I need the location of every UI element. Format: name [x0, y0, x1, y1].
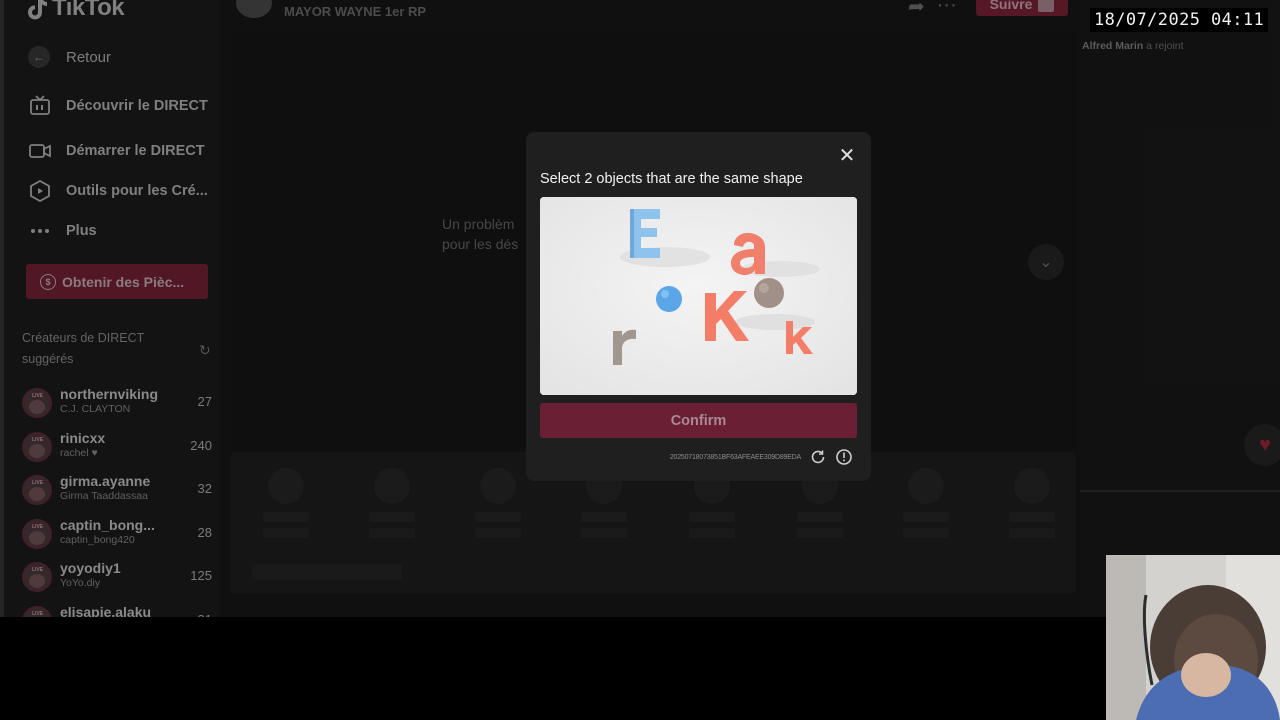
recording-letterbox [0, 617, 1280, 720]
refresh-icon[interactable] [809, 448, 827, 466]
info-icon[interactable] [835, 448, 853, 466]
tiktok-live-page: TikTok ← Retour Découvrir le DIRECT Déma… [0, 0, 1280, 617]
captcha-image[interactable] [540, 197, 857, 395]
captcha-scene [540, 197, 857, 395]
confirm-label: Confirm [670, 412, 727, 429]
letter-a-object[interactable] [731, 232, 765, 275]
confirm-button[interactable]: Confirm [540, 403, 857, 438]
recording-timestamp: 18/07/2025 04:11 [1090, 8, 1269, 32]
webcam-feed [1106, 555, 1280, 720]
captcha-modal: ✕ Select 2 objects that are the same sha… [526, 132, 871, 481]
letter-e-object[interactable] [630, 209, 660, 258]
captcha-title: Select 2 objects that are the same shape [540, 171, 803, 187]
webcam-overlay [1106, 555, 1280, 720]
captcha-id: 20250718073851BF63AFEAEE309D89EDA [669, 453, 801, 461]
captcha-footer: 20250718073851BF63AFEAEE309D89EDA [670, 448, 853, 466]
grey-sphere-object[interactable] [754, 278, 784, 308]
blue-sphere-object[interactable] [656, 286, 682, 312]
close-icon[interactable]: ✕ [837, 146, 857, 166]
